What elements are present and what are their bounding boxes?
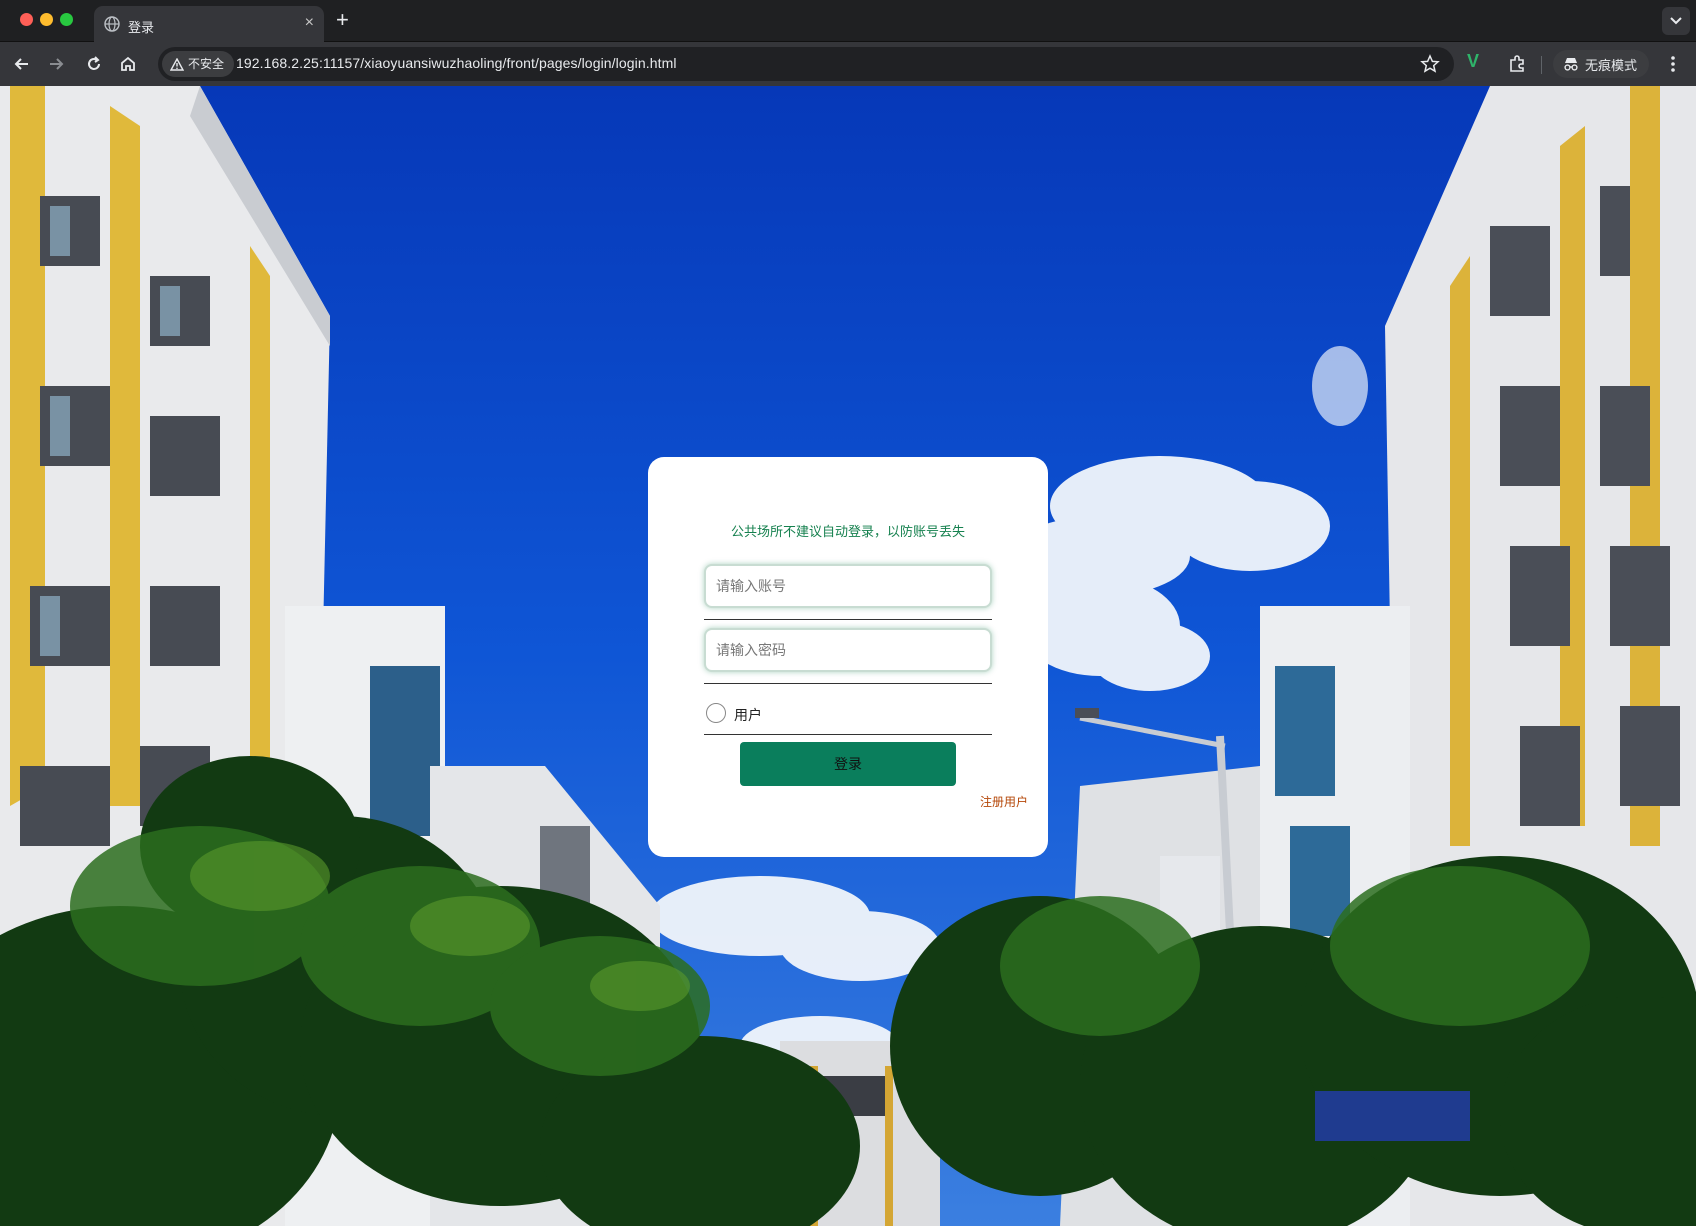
tab-search-button[interactable] — [1662, 7, 1690, 35]
forward-arrow-icon[interactable] — [46, 54, 66, 74]
browser-tab-bar: 登录 × + — [0, 0, 1696, 42]
bookmark-star-icon[interactable] — [1420, 54, 1440, 74]
home-icon[interactable] — [118, 54, 138, 74]
incognito-icon — [1564, 58, 1578, 71]
extensions-puzzle-icon[interactable] — [1507, 54, 1527, 74]
new-tab-button[interactable]: + — [336, 7, 349, 33]
browser-tab-active[interactable]: 登录 × — [94, 6, 324, 42]
window-close-button[interactable] — [20, 13, 33, 26]
incognito-indicator[interactable]: 无痕模式 — [1553, 50, 1650, 78]
chevron-down-icon — [1670, 17, 1682, 25]
vue-devtools-extension-icon[interactable]: V — [1467, 51, 1479, 72]
page-viewport: 公共场所不建议自动登录，以防账号丢失 用户 登录 注册用户 — [0, 86, 1696, 1226]
incognito-label: 无痕模式 — [1585, 57, 1638, 73]
password-field-group — [704, 628, 992, 684]
address-bar[interactable]: 不安全 192.168.2.25:11157/xiaoyuansiwuzhaol… — [158, 47, 1454, 81]
window-maximize-button[interactable] — [60, 13, 73, 26]
auto-login-notice: 公共场所不建议自动登录，以防账号丢失 — [730, 524, 965, 539]
reload-icon[interactable] — [84, 54, 104, 74]
tab-title: 登录 — [128, 20, 155, 35]
security-indicator[interactable]: 不安全 — [162, 51, 235, 77]
more-vertical-icon[interactable] — [1670, 54, 1676, 74]
tab-close-icon[interactable]: × — [305, 14, 314, 32]
register-user-link[interactable]: 注册用户 — [980, 793, 1028, 810]
role-radio-user[interactable] — [706, 703, 726, 723]
security-label: 不安全 — [188, 57, 225, 71]
role-radio-label[interactable]: 用户 — [734, 705, 762, 725]
account-input[interactable] — [704, 564, 992, 608]
url-text[interactable]: 192.168.2.25:11157/xiaoyuansiwuzhaoling/… — [236, 55, 677, 71]
window-minimize-button[interactable] — [40, 13, 53, 26]
password-input[interactable] — [704, 628, 992, 672]
back-arrow-icon[interactable] — [12, 54, 32, 74]
globe-icon — [104, 16, 120, 32]
warning-triangle-icon — [170, 57, 184, 71]
account-field-group — [704, 564, 992, 620]
login-card: 公共场所不建议自动登录，以防账号丢失 用户 登录 注册用户 — [648, 457, 1048, 857]
toolbar-divider — [1541, 56, 1542, 74]
browser-toolbar: 不安全 192.168.2.25:11157/xiaoyuansiwuzhaol… — [0, 42, 1696, 86]
role-selector: 用户 — [704, 693, 992, 735]
login-submit-button[interactable]: 登录 — [740, 742, 956, 786]
